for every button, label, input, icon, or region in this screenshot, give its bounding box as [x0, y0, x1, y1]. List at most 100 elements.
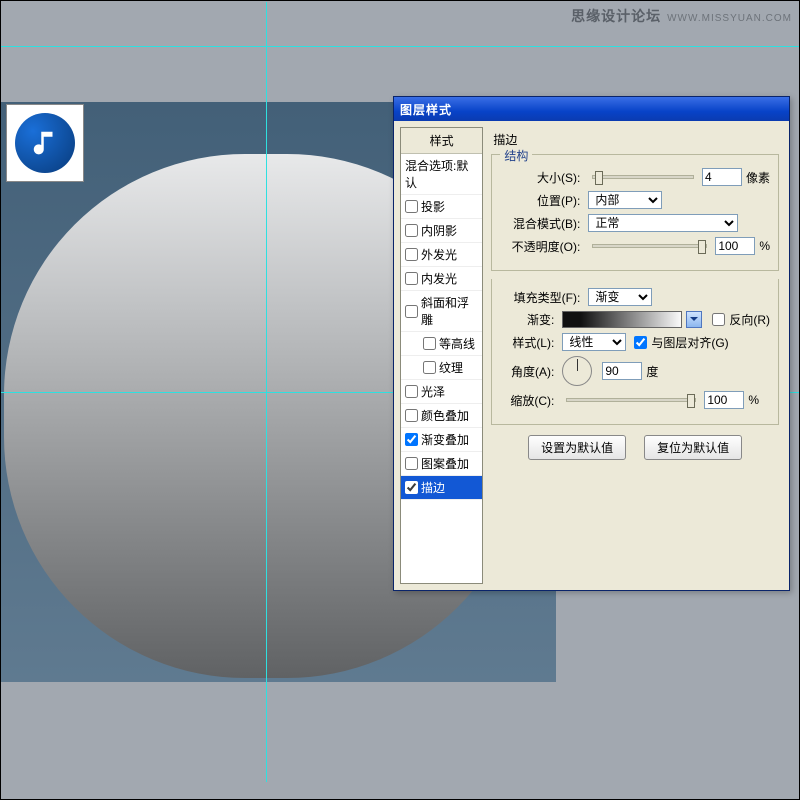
style-item-label: 图案叠加 — [421, 455, 469, 472]
gradient-row: 渐变: 反向(R) — [500, 311, 770, 328]
style-item-label: 颜色叠加 — [421, 407, 469, 424]
style-item-bevel[interactable]: 斜面和浮雕 — [401, 291, 482, 332]
scale-label: 缩放(C): — [500, 392, 558, 409]
filltype-row: 填充类型(F): 渐变 — [500, 288, 770, 306]
style-item-label: 等高线 — [439, 335, 475, 352]
opacity-slider[interactable] — [592, 244, 707, 248]
scale-row: 缩放(C): % — [500, 391, 770, 409]
style-item-label: 渐变叠加 — [421, 431, 469, 448]
watermark: 思缘设计论坛 WWW.MISSYUAN.COM — [571, 6, 792, 26]
reverse-checkbox[interactable] — [712, 313, 725, 326]
panel-title: 描边 — [493, 131, 779, 148]
styles-list: 样式 混合选项:默认 投影 内阴影 外发光 内发光 斜面和浮雕 等高线 纹理 光… — [400, 127, 483, 584]
deg-unit: 度 — [646, 363, 658, 380]
percent-unit: % — [759, 239, 770, 253]
layer-style-dialog: 图层样式 样式 混合选项:默认 投影 内阴影 外发光 内发光 斜面和浮雕 等高线… — [393, 96, 790, 591]
checkbox[interactable] — [405, 305, 418, 318]
style-item-color-overlay[interactable]: 颜色叠加 — [401, 404, 482, 428]
percent-unit: % — [748, 393, 759, 407]
style-item-label: 光泽 — [421, 383, 445, 400]
itunes-icon — [15, 113, 75, 173]
style-item-outer-glow[interactable]: 外发光 — [401, 243, 482, 267]
checkbox[interactable] — [423, 337, 436, 350]
size-slider[interactable] — [592, 175, 694, 179]
dialog-title: 图层样式 — [400, 101, 452, 118]
blendmode-row: 混合模式(B): 正常 — [500, 214, 770, 232]
watermark-brand: 思缘设计论坛 — [571, 8, 661, 24]
style-item-inner-glow[interactable]: 内发光 — [401, 267, 482, 291]
dialog-body: 样式 混合选项:默认 投影 内阴影 外发光 内发光 斜面和浮雕 等高线 纹理 光… — [396, 123, 787, 588]
style-label: 样式(L): — [500, 334, 558, 351]
angle-label: 角度(A): — [500, 363, 558, 380]
opacity-row: 不透明度(O): % — [500, 237, 770, 255]
group-title: 结构 — [500, 147, 532, 164]
blend-options-row[interactable]: 混合选项:默认 — [401, 154, 482, 195]
style-item-pattern-overlay[interactable]: 图案叠加 — [401, 452, 482, 476]
style-item-label: 描边 — [421, 479, 445, 496]
checkbox[interactable] — [405, 200, 418, 213]
style-item-drop-shadow[interactable]: 投影 — [401, 195, 482, 219]
checkbox[interactable] — [405, 481, 418, 494]
style-item-label: 外发光 — [421, 246, 457, 263]
watermark-url: WWW.MISSYUAN.COM — [667, 13, 792, 24]
style-item-label: 内阴影 — [421, 222, 457, 239]
stroke-panel: 描边 结构 大小(S): 像素 位置(P): 内部 混合模式(B): 正常 — [483, 123, 787, 588]
style-item-gradient-overlay[interactable]: 渐变叠加 — [401, 428, 482, 452]
styles-header: 样式 — [401, 128, 482, 154]
blendmode-label: 混合模式(B): — [500, 215, 584, 232]
button-row: 设置为默认值 复位为默认值 — [491, 435, 779, 460]
blendmode-select[interactable]: 正常 — [588, 214, 738, 232]
angle-dial[interactable] — [562, 356, 592, 386]
filltype-select[interactable]: 渐变 — [588, 288, 652, 306]
checkbox[interactable] — [405, 385, 418, 398]
size-label: 大小(S): — [500, 169, 584, 186]
fill-group: 填充类型(F): 渐变 渐变: 反向(R) 样式(L): 线性 与图层对齐(G) — [491, 279, 779, 425]
opacity-input[interactable] — [715, 237, 755, 255]
checkbox[interactable] — [405, 248, 418, 261]
checkbox[interactable] — [405, 409, 418, 422]
checkbox[interactable] — [405, 457, 418, 470]
style-item-texture[interactable]: 纹理 — [401, 356, 482, 380]
style-item-satin[interactable]: 光泽 — [401, 380, 482, 404]
gradient-style-select[interactable]: 线性 — [562, 333, 626, 351]
make-default-button[interactable]: 设置为默认值 — [528, 435, 626, 460]
style-item-label: 投影 — [421, 198, 445, 215]
style-item-inner-shadow[interactable]: 内阴影 — [401, 219, 482, 243]
style-item-label: 纹理 — [439, 359, 463, 376]
slider-thumb[interactable] — [698, 240, 706, 254]
dialog-titlebar[interactable]: 图层样式 — [394, 97, 789, 121]
structure-group: 结构 大小(S): 像素 位置(P): 内部 混合模式(B): 正常 不透明度(… — [491, 154, 779, 271]
position-select[interactable]: 内部 — [588, 191, 662, 209]
slider-thumb[interactable] — [595, 171, 603, 185]
angle-row: 角度(A): 度 — [500, 356, 770, 386]
reset-default-button[interactable]: 复位为默认值 — [644, 435, 742, 460]
style-item-label: 斜面和浮雕 — [421, 294, 478, 328]
checkbox[interactable] — [405, 433, 418, 446]
checkbox[interactable] — [423, 361, 436, 374]
size-row: 大小(S): 像素 — [500, 168, 770, 186]
checkbox[interactable] — [405, 224, 418, 237]
gradient-dropdown[interactable] — [686, 311, 702, 328]
gradient-swatch[interactable] — [562, 311, 682, 328]
align-checkbox[interactable] — [634, 336, 647, 349]
angle-input[interactable] — [602, 362, 642, 380]
reverse-label: 反向(R) — [729, 311, 770, 328]
size-input[interactable] — [702, 168, 742, 186]
style-item-contour[interactable]: 等高线 — [401, 332, 482, 356]
guide-horizontal-top[interactable] — [0, 46, 800, 47]
checkbox[interactable] — [405, 272, 418, 285]
style-row: 样式(L): 线性 与图层对齐(G) — [500, 333, 770, 351]
style-item-stroke[interactable]: 描边 — [401, 476, 482, 500]
px-unit: 像素 — [746, 169, 770, 186]
position-label: 位置(P): — [500, 192, 584, 209]
reference-thumbnail — [6, 104, 84, 182]
music-note-icon — [30, 128, 60, 158]
gradient-label: 渐变: — [500, 311, 558, 328]
slider-thumb[interactable] — [687, 394, 695, 408]
scale-slider[interactable] — [566, 398, 696, 402]
scale-input[interactable] — [704, 391, 744, 409]
align-label: 与图层对齐(G) — [651, 334, 728, 351]
opacity-label: 不透明度(O): — [500, 238, 584, 255]
style-item-label: 内发光 — [421, 270, 457, 287]
filltype-label: 填充类型(F): — [500, 289, 584, 306]
